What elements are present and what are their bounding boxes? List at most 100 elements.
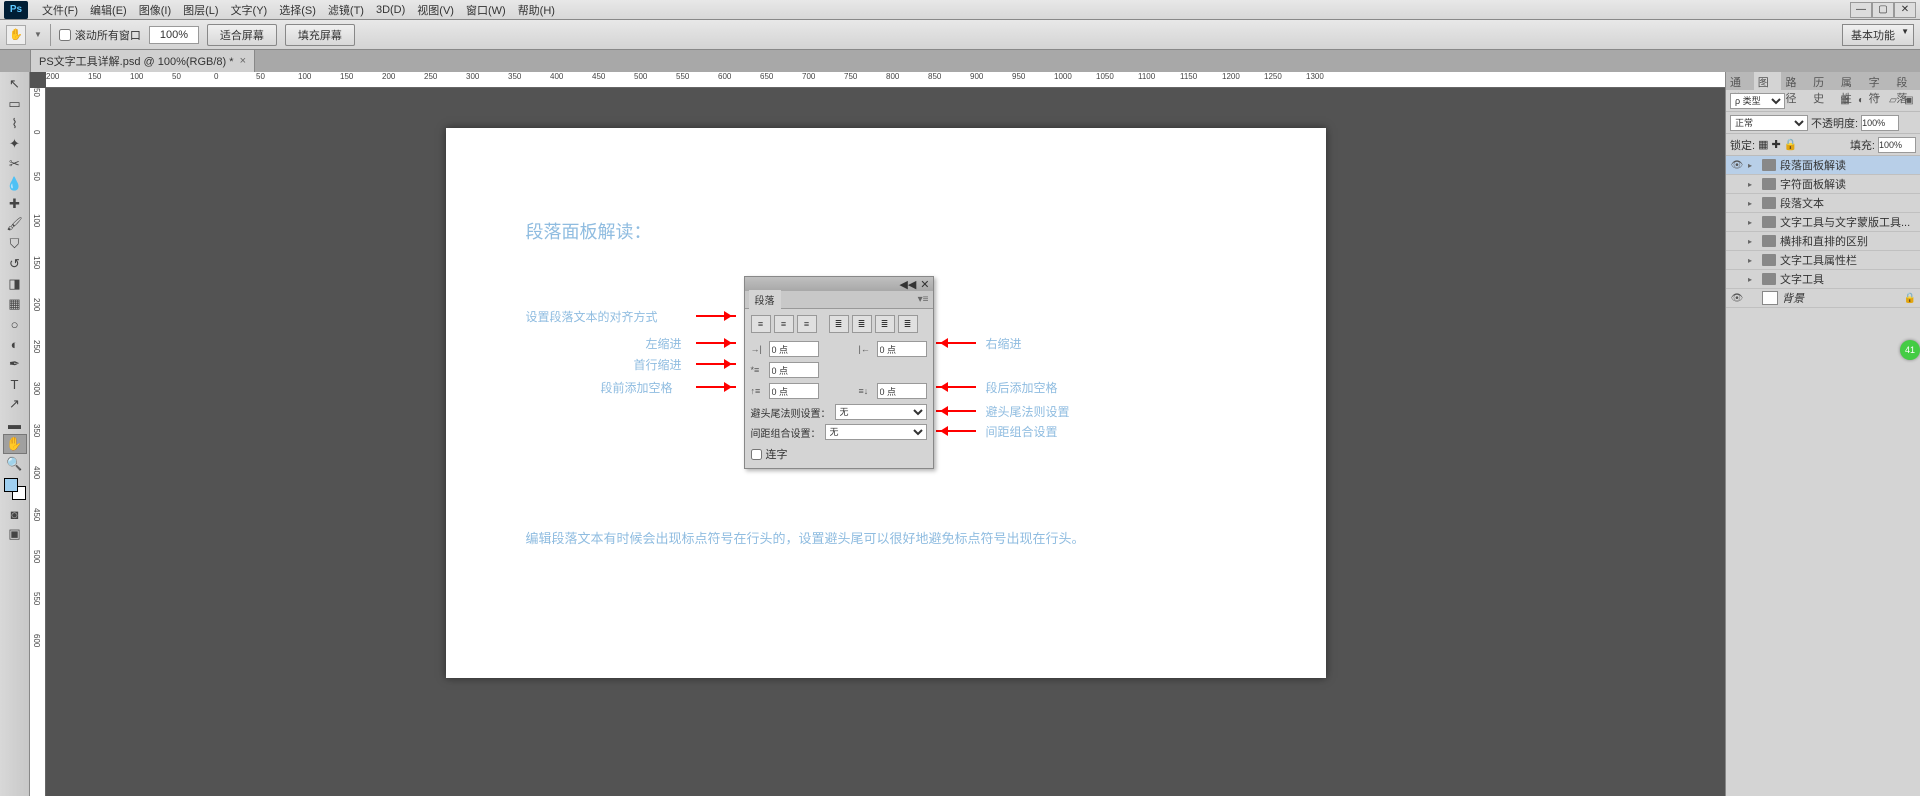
collapse-icon[interactable]: ◀◀ [899, 278, 916, 291]
layer-kind-select[interactable]: ρ 类型 [1730, 93, 1785, 109]
screenmode-tool[interactable]: ▣ [3, 524, 27, 544]
align-right-button[interactable]: ≡ [797, 315, 817, 333]
layer-row[interactable]: ▸ 文字工具属性栏 [1726, 251, 1920, 270]
fill-screen-button[interactable]: 填充屏幕 [285, 24, 355, 46]
layer-row[interactable]: 👁 背景 🔒 [1726, 289, 1920, 308]
justify-center-button[interactable]: ≣ [852, 315, 872, 333]
filter-image-icon[interactable]: ▦ [1838, 94, 1852, 108]
menu-3d[interactable]: 3D(D) [370, 4, 411, 16]
workspace-dropdown[interactable]: 基本功能 [1842, 24, 1914, 46]
menu-image[interactable]: 图像(I) [133, 2, 177, 18]
visibility-icon[interactable] [1730, 196, 1744, 210]
close-tab-icon[interactable]: × [240, 55, 246, 67]
twirl-icon[interactable]: ▸ [1748, 199, 1758, 208]
first-line-input[interactable] [769, 362, 819, 378]
align-left-button[interactable]: ≡ [751, 315, 771, 333]
filter-adjust-icon[interactable]: ◐ [1854, 94, 1868, 108]
hyphen-checkbox[interactable] [751, 449, 762, 460]
gradient-tool[interactable]: ▦ [3, 294, 27, 314]
lock-pixels-icon[interactable]: ▦ [1758, 138, 1768, 151]
right-indent-input[interactable] [877, 341, 927, 357]
layer-row[interactable]: ▸ 段落文本 [1726, 194, 1920, 213]
paragraph-panel[interactable]: ◀◀✕ 段落▾≡ ≡ ≡ ≡ ≣ ≣ ≣ ≣ [744, 276, 934, 469]
brush-tool[interactable]: 🖌 [3, 214, 27, 234]
menu-filter[interactable]: 滤镜(T) [322, 2, 370, 18]
visibility-icon[interactable] [1730, 177, 1744, 191]
visibility-icon[interactable] [1730, 272, 1744, 286]
visibility-icon[interactable] [1730, 234, 1744, 248]
canvas[interactable]: 段落面板解读： 设置段落文本的对齐方式 左缩进 首行缩进 段前添加空格 右缩进 … [446, 128, 1326, 678]
space-after-input[interactable] [877, 383, 927, 399]
maximize-button[interactable]: ▢ [1872, 2, 1894, 18]
spacing-select[interactable]: 无 [825, 424, 927, 440]
color-swatches[interactable] [4, 478, 26, 500]
marquee-tool[interactable]: ▭ [3, 94, 27, 114]
visibility-icon[interactable]: 👁 [1730, 158, 1744, 172]
justify-all-button[interactable]: ≣ [898, 315, 918, 333]
left-indent-input[interactable] [769, 341, 819, 357]
fit-screen-button[interactable]: 适合屏幕 [207, 24, 277, 46]
menu-layer[interactable]: 图层(L) [177, 2, 224, 18]
tab-paths[interactable]: 路径 [1781, 72, 1809, 90]
panel-titlebar[interactable]: ◀◀ ✕ [745, 277, 933, 291]
canvas-scroll[interactable]: 段落面板解读： 设置段落文本的对齐方式 左缩进 首行缩进 段前添加空格 右缩进 … [46, 88, 1725, 796]
visibility-icon[interactable]: 👁 [1730, 291, 1744, 305]
shape-tool[interactable]: ▬ [3, 414, 27, 434]
panel-tab-paragraph[interactable]: 段落 [749, 290, 781, 309]
layer-row[interactable]: ▸ 横排和直排的区别 [1726, 232, 1920, 251]
close-button[interactable]: ✕ [1894, 2, 1916, 18]
layer-row[interactable]: ▸ 文字工具与文字蒙版工具... [1726, 213, 1920, 232]
lasso-tool[interactable]: ⌇ [3, 114, 27, 134]
document-tab[interactable]: PS文字工具详解.psd @ 100%(RGB/8) * × [30, 49, 255, 72]
pen-tool[interactable]: ✒ [3, 354, 27, 374]
hand-tool-icon[interactable]: ✋ [6, 25, 26, 45]
blur-tool[interactable]: ○ [3, 314, 27, 334]
tab-channels[interactable]: 通道 [1726, 72, 1754, 90]
eyedropper-tool[interactable]: 💧 [3, 174, 27, 194]
notification-badge[interactable]: 41 [1900, 340, 1920, 360]
panel-close-icon[interactable]: ✕ [920, 278, 929, 291]
layer-row[interactable]: 👁 ▸ 段落面板解读 [1726, 156, 1920, 175]
minimize-button[interactable]: — [1850, 2, 1872, 18]
tab-para[interactable]: 段落 [1892, 72, 1920, 90]
filter-type-icon[interactable]: T [1870, 94, 1884, 108]
scroll-all-checkbox[interactable]: 滚动所有窗口 [59, 27, 141, 43]
menu-window[interactable]: 窗口(W) [460, 2, 512, 18]
layer-row[interactable]: ▸ 字符面板解读 [1726, 175, 1920, 194]
tab-history[interactable]: 历史 [1809, 72, 1837, 90]
stamp-tool[interactable]: ⛉ [3, 234, 27, 254]
move-tool[interactable]: ↖ [3, 74, 27, 94]
menu-edit[interactable]: 编辑(E) [84, 2, 133, 18]
lock-position-icon[interactable]: ✚ [1771, 138, 1780, 151]
avoid-select[interactable]: 无 [835, 404, 927, 420]
twirl-icon[interactable]: ▸ [1748, 218, 1758, 227]
heal-tool[interactable]: ✚ [3, 194, 27, 214]
tab-layers[interactable]: 图层 [1754, 72, 1782, 90]
tab-char[interactable]: 字符 [1865, 72, 1893, 90]
panel-menu-icon[interactable]: ▾≡ [918, 294, 929, 305]
menu-view[interactable]: 视图(V) [411, 2, 460, 18]
visibility-icon[interactable] [1730, 215, 1744, 229]
opacity-input[interactable] [1861, 115, 1899, 131]
crop-tool[interactable]: ✂ [3, 154, 27, 174]
type-tool[interactable]: T [3, 374, 27, 394]
tab-props[interactable]: 属性 [1837, 72, 1865, 90]
zoom-input[interactable] [149, 26, 199, 44]
menu-help[interactable]: 帮助(H) [512, 2, 561, 18]
menu-select[interactable]: 选择(S) [273, 2, 322, 18]
quickmask-tool[interactable]: ◙ [3, 504, 27, 524]
filter-smart-icon[interactable]: ▣ [1902, 94, 1916, 108]
menu-type[interactable]: 文字(Y) [225, 2, 274, 18]
wand-tool[interactable]: ✦ [3, 134, 27, 154]
path-tool[interactable]: ↗ [3, 394, 27, 414]
visibility-icon[interactable] [1730, 253, 1744, 267]
dodge-tool[interactable]: ◐ [3, 334, 27, 354]
align-center-button[interactable]: ≡ [774, 315, 794, 333]
twirl-icon[interactable]: ▸ [1748, 180, 1758, 189]
filter-shape-icon[interactable]: ▱ [1886, 94, 1900, 108]
layer-row[interactable]: ▸ 文字工具 [1726, 270, 1920, 289]
blend-mode-select[interactable]: 正常 [1730, 115, 1808, 131]
justify-right-button[interactable]: ≣ [875, 315, 895, 333]
lock-all-icon[interactable]: 🔒 [1784, 138, 1798, 151]
space-before-input[interactable] [769, 383, 819, 399]
